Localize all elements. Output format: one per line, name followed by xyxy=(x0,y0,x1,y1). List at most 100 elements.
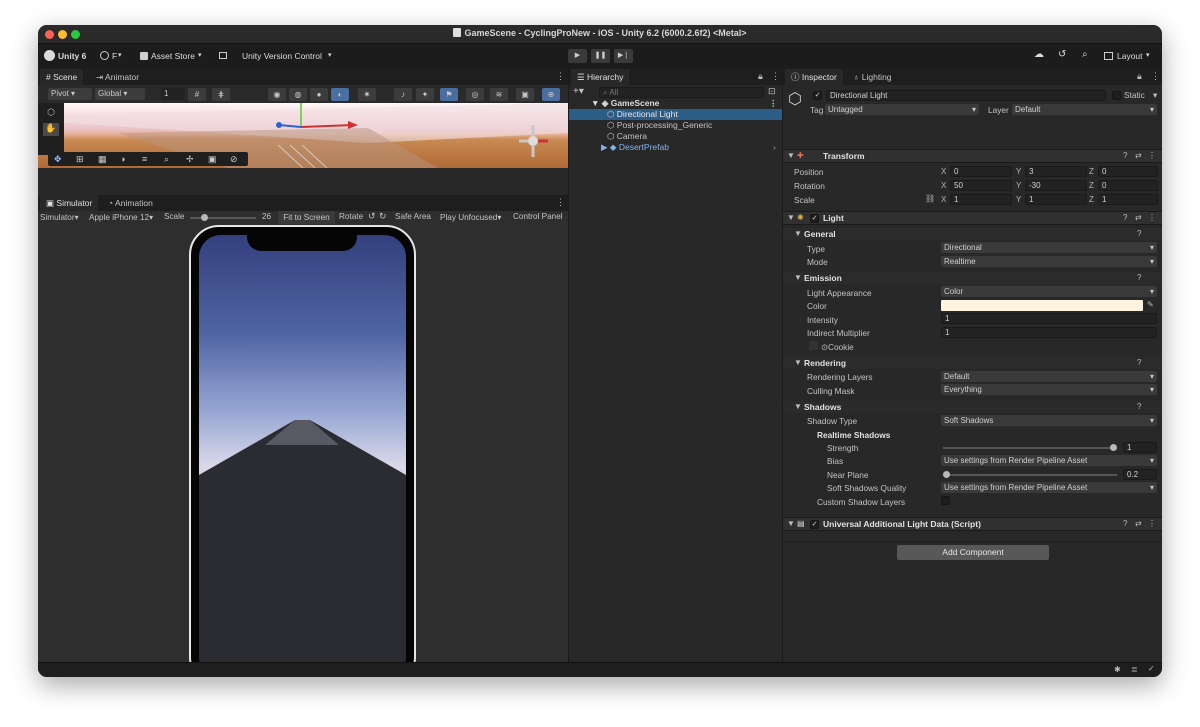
collapse-arrow-icon[interactable]: ▼ xyxy=(787,151,795,160)
strength-slider[interactable] xyxy=(943,444,1117,451)
custom-tool-icon[interactable]: ⊘ xyxy=(230,154,238,165)
cookie-texture-slot[interactable] xyxy=(809,341,818,350)
move-tool-icon[interactable]: ✥ xyxy=(54,154,62,165)
device-dropdown[interactable]: Apple iPhone 12▾ xyxy=(89,212,153,222)
help-icon[interactable]: ? xyxy=(1137,402,1141,411)
hierarchy-item-desertprefab[interactable]: ▶ ◆ DesertPrefab › xyxy=(601,142,782,153)
simulator-more-menu-icon[interactable]: ⋮ xyxy=(556,197,565,208)
tab-hierarchy[interactable]: ☰ Hierarchy xyxy=(571,69,630,85)
scale-y-field[interactable]: 1 xyxy=(1025,194,1087,205)
position-x-field[interactable]: 0 xyxy=(950,166,1012,177)
hierarchy-search-input[interactable]: ⌕ All xyxy=(599,87,764,98)
eyedropper-icon[interactable]: ✎ xyxy=(1147,300,1154,309)
search-icon[interactable]: ⌕ xyxy=(1082,49,1088,60)
hierarchy-item-directional-light[interactable]: ⬡ Directional Light xyxy=(569,109,782,120)
expand-arrow-icon[interactable]: ▶ xyxy=(601,142,608,152)
static-checkbox[interactable] xyxy=(1112,91,1121,100)
tab-simulator[interactable]: ▣ Simulator xyxy=(40,195,99,211)
add-component-button[interactable]: Add Component xyxy=(897,545,1049,560)
layers-tool-icon[interactable]: ≡ xyxy=(142,154,147,164)
rotation-y-field[interactable]: -30 xyxy=(1025,180,1087,191)
collapse-arrow-icon[interactable]: ▼ xyxy=(794,402,802,411)
culling-mask-dropdown[interactable]: Everything xyxy=(941,384,1157,395)
rect-grid-tool-icon[interactable]: ⊞ xyxy=(76,154,84,165)
gameobject-large-cube-icon[interactable]: ⬡ xyxy=(788,89,802,109)
transform-tool-icon[interactable]: ✢ xyxy=(186,154,194,165)
soft-shadows-quality-dropdown[interactable]: Use settings from Render Pipeline Asset xyxy=(941,482,1157,493)
version-control-button[interactable]: Unity Version Control xyxy=(242,51,322,61)
game-view-screen[interactable] xyxy=(199,235,406,677)
strength-field[interactable]: 1 xyxy=(1123,442,1157,453)
layers-icon[interactable]: ≋ xyxy=(490,88,508,101)
rendering-section[interactable]: ▼ Rendering ? xyxy=(783,357,1162,369)
step-button[interactable]: ▶❘ xyxy=(614,49,633,63)
fx-toggle-icon[interactable]: ✦ xyxy=(416,88,434,101)
rotation-z-field[interactable]: 0 xyxy=(1098,180,1158,191)
help-icon[interactable]: ? xyxy=(1137,358,1141,367)
orientation-gizmo-icon[interactable] xyxy=(513,121,553,161)
mode-dropdown[interactable]: Realtime xyxy=(941,256,1157,267)
help-icon[interactable]: ? xyxy=(1123,213,1127,222)
constrain-proportions-icon[interactable]: ⛓ xyxy=(925,194,935,203)
urp-light-data-header[interactable]: ▼ ▤ ✓ Universal Additional Light Data (S… xyxy=(783,517,1162,531)
static-chevron-icon[interactable]: ▾ xyxy=(1153,90,1157,100)
tab-inspector[interactable]: ⓘ Inspector xyxy=(785,69,843,85)
grid-icon[interactable]: # xyxy=(188,88,206,101)
collapse-arrow-icon[interactable]: ▼ xyxy=(794,273,802,282)
simulator-mode-dropdown[interactable]: Simulator▾ xyxy=(40,212,79,222)
scale-x-field[interactable]: 1 xyxy=(950,194,1012,205)
collapse-arrow-icon[interactable]: ▼ xyxy=(794,229,802,238)
hierarchy-lock-icon[interactable]: 🔒︎ xyxy=(758,71,763,82)
hierarchy-item-post-processing[interactable]: ⬡ Post-processing_Generic xyxy=(607,120,712,131)
light-header[interactable]: ▼ ✺ ✓ Light ? ⇄ ⋮ xyxy=(783,211,1162,225)
light-enabled-checkbox[interactable]: ✓ xyxy=(810,214,819,223)
rendering-layers-dropdown[interactable]: Default xyxy=(941,371,1157,382)
scene-more-menu-icon[interactable]: ⋮ xyxy=(556,71,565,82)
gizmos-icon[interactable]: ⊕ xyxy=(542,88,560,101)
scene-view[interactable]: ⬡ ✋ ✥ ⊞ ▦ ◑ ≡ ⌕ ✢ ▣ ⊘ xyxy=(38,103,568,168)
component-menu-icon[interactable]: ⋮ xyxy=(1148,519,1156,528)
general-section[interactable]: ▼ General ? xyxy=(783,228,1162,240)
pause-button[interactable]: ❚❚ xyxy=(591,49,610,63)
draw-mode-icon[interactable]: ◉ xyxy=(268,88,286,101)
hidden-objects-icon[interactable]: ◎ xyxy=(466,88,484,101)
scene-more-icon[interactable]: ⋮ xyxy=(769,98,778,109)
status-check-icon[interactable]: ✓ xyxy=(1148,664,1155,673)
search-options-icon[interactable]: ⊡ xyxy=(768,86,776,97)
color-swatch[interactable] xyxy=(941,300,1143,311)
object-name-field[interactable]: Directional Light xyxy=(826,90,1106,101)
scale-z-field[interactable]: 1 xyxy=(1098,194,1158,205)
light-appearance-dropdown[interactable]: Color xyxy=(941,286,1157,297)
help-icon[interactable]: ? xyxy=(1137,229,1141,238)
rotate-view-tool-icon[interactable]: ◑ xyxy=(120,154,125,164)
fit-to-screen-button[interactable]: Fit to Screen xyxy=(278,211,335,224)
intensity-field[interactable]: 1 xyxy=(941,313,1157,324)
rotate-right-icon[interactable]: ↻ xyxy=(379,211,387,222)
object-picker-icon[interactable]: ⊙ xyxy=(821,342,828,352)
account-icon[interactable] xyxy=(100,51,109,60)
help-icon[interactable]: ? xyxy=(1123,151,1127,160)
presets-icon[interactable]: ⇄ xyxy=(1135,213,1142,222)
hand-tool-icon[interactable]: ✋ xyxy=(43,123,59,136)
create-plus-icon[interactable]: +▾ xyxy=(573,86,584,97)
scene-visibility-icon[interactable]: ⚑ xyxy=(440,88,458,101)
tab-animation[interactable]: ◔ Animation xyxy=(102,195,159,211)
transform-header[interactable]: ▼ ✚ Transform ? ⇄ ⋮ xyxy=(783,149,1162,163)
collapse-arrow-icon[interactable]: ▼ xyxy=(787,519,795,528)
urp-enabled-checkbox[interactable]: ✓ xyxy=(810,520,819,529)
shading-textured-icon[interactable]: ◐ xyxy=(331,88,349,101)
control-panel-button[interactable]: Control Panel xyxy=(513,212,563,221)
tab-lighting[interactable]: ♁ Lighting xyxy=(847,69,898,85)
hierarchy-more-menu-icon[interactable]: ⋮ xyxy=(771,71,780,82)
strength-slider-handle[interactable] xyxy=(1110,444,1117,451)
active-checkbox[interactable]: ✓ xyxy=(813,91,822,100)
help-icon[interactable]: ? xyxy=(1137,273,1141,282)
presets-icon[interactable]: ⇄ xyxy=(1135,151,1142,160)
snap-grid-tool-icon[interactable]: ▦ xyxy=(98,154,107,165)
tab-animator[interactable]: ⇥ Animator xyxy=(90,69,145,85)
cube-view-icon[interactable]: ⬡ xyxy=(43,107,59,119)
component-menu-icon[interactable]: ⋮ xyxy=(1148,213,1156,222)
help-icon[interactable]: ? xyxy=(1123,519,1127,528)
inspector-lock-icon[interactable]: 🔒︎ xyxy=(1137,71,1142,82)
history-icon[interactable]: ↺ xyxy=(1058,49,1066,60)
